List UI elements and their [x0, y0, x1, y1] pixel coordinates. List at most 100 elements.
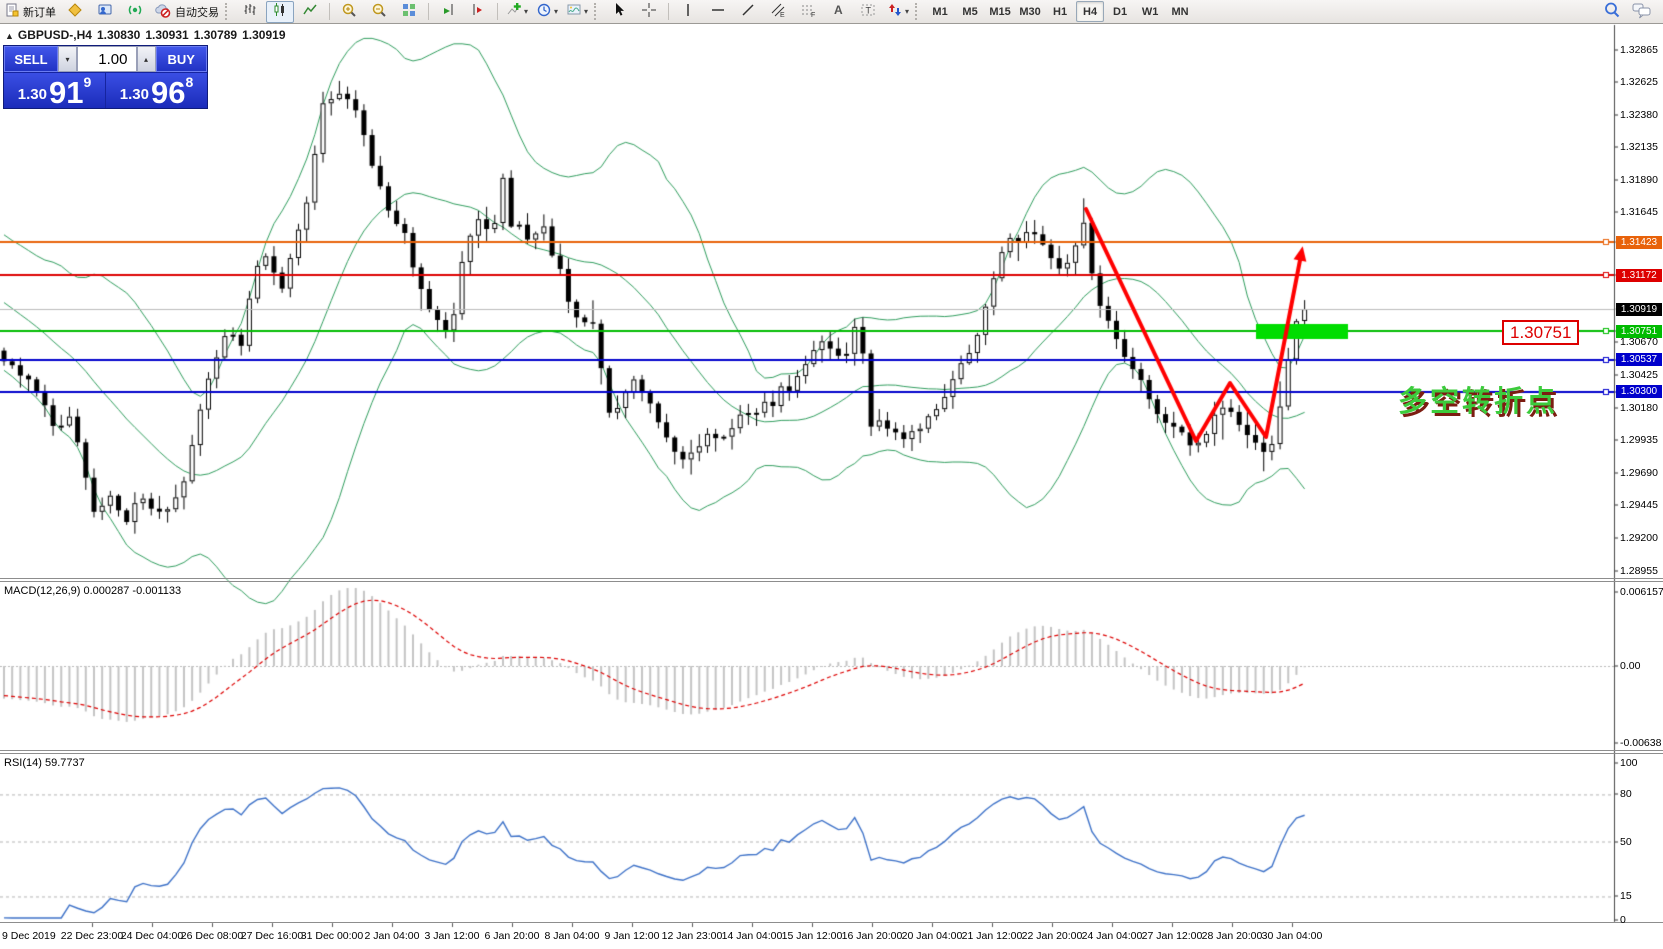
price-axis-label: 1.30751 — [1616, 325, 1662, 338]
time-axis-label: 16 Jan 20:00 — [842, 930, 903, 942]
arrows-button[interactable]: ▾ — [884, 1, 912, 23]
buy-price-point: 8 — [185, 74, 193, 90]
toolbar-separator — [668, 3, 669, 20]
price-axis-tick: 1.32135 — [1620, 141, 1663, 153]
timeframe-button-m30[interactable]: M30 — [1016, 1, 1044, 22]
pane-separator[interactable] — [0, 750, 1663, 751]
chat-button[interactable] — [1628, 1, 1656, 23]
timeframe-button-d1[interactable]: D1 — [1106, 1, 1134, 22]
autotrading-button[interactable]: 自动交易 — [151, 1, 222, 23]
sell-price-prefix: 1.30 — [18, 86, 47, 103]
buy-button[interactable]: BUY — [156, 46, 208, 72]
zoom-in-button[interactable] — [335, 1, 363, 23]
mt4-window: 新订单 自动交易 ▾ ▾ — [0, 0, 1663, 949]
text-a-icon: A — [830, 2, 846, 21]
zoom-in-icon — [341, 2, 357, 21]
rsi-axis-tick: 100 — [1620, 757, 1663, 769]
macd-indicator-label: MACD(12,26,9) 0.000287 -0.001133 — [4, 585, 181, 597]
templates-button[interactable]: ▾ — [563, 1, 591, 23]
toolbar-gripper — [594, 3, 600, 20]
periods-button[interactable]: ▾ — [533, 1, 561, 23]
time-axis-label: 31 Dec 00:00 — [301, 930, 363, 942]
price-axis-tick: 1.32380 — [1620, 109, 1663, 121]
indicators-icon — [506, 2, 522, 21]
terminal-button[interactable] — [91, 1, 119, 23]
time-axis-label: 9 Jan 12:00 — [605, 930, 660, 942]
timeframe-button-h1[interactable]: H1 — [1046, 1, 1074, 22]
cursor-button[interactable] — [605, 1, 633, 23]
trendline-icon — [740, 2, 756, 21]
chart-canvas[interactable] — [0, 0, 1663, 949]
indicators-button[interactable]: ▾ — [503, 1, 531, 23]
pivot-annotation-text: 多空转折点 — [1398, 378, 1558, 420]
chat-icon — [1632, 1, 1652, 22]
template-icon — [566, 2, 582, 21]
price-axis-label: 1.31172 — [1616, 269, 1662, 282]
time-axis-label: 12 Jan 23:00 — [662, 930, 723, 942]
collapse-panel-icon[interactable]: ▲ — [5, 31, 14, 41]
svg-text:A: A — [834, 3, 843, 17]
search-button[interactable] — [1598, 1, 1626, 23]
timeframe-button-w1[interactable]: W1 — [1136, 1, 1164, 22]
rsi-indicator-label: RSI(14) 59.7737 — [4, 757, 85, 769]
auto-scroll-button[interactable] — [434, 1, 462, 23]
timeframe-button-m15[interactable]: M15 — [986, 1, 1014, 22]
toolbar-separator — [428, 3, 429, 20]
line-chart-icon — [302, 2, 318, 21]
sell-price[interactable]: 1.30919 — [4, 73, 105, 108]
trendline-button[interactable] — [734, 1, 762, 23]
buy-price-pips: 96 — [151, 80, 185, 106]
text-button[interactable]: A — [824, 1, 852, 23]
channel-button[interactable]: E — [764, 1, 792, 23]
spinner-down-icon: ▾ — [65, 55, 69, 64]
autotrading-label: 自动交易 — [175, 4, 219, 20]
time-axis-label: 26 Dec 08:00 — [181, 930, 243, 942]
lot-decrease-button[interactable]: ▾ — [58, 46, 77, 72]
time-axis-label: 6 Jan 20:00 — [485, 930, 540, 942]
time-axis-label: 8 Jan 04:00 — [545, 930, 600, 942]
time-axis-label: 22 Jan 20:00 — [1022, 930, 1083, 942]
bar-chart-icon — [242, 2, 258, 21]
new-order-icon — [4, 2, 20, 21]
metaeditor-button[interactable] — [61, 1, 89, 23]
gold-gem-icon — [67, 2, 83, 21]
new-order-button[interactable]: 新订单 — [1, 1, 59, 23]
zoom-out-button[interactable] — [365, 1, 393, 23]
timeframe-button-h4[interactable]: H4 — [1076, 1, 1104, 22]
lot-increase-button[interactable]: ▴ — [137, 46, 156, 72]
price-axis-tick: 1.31890 — [1620, 174, 1663, 186]
toolbar-separator — [497, 3, 498, 20]
candlestick-chart-button[interactable] — [266, 1, 294, 23]
svg-text:E: E — [780, 12, 785, 18]
timeframe-button-m5[interactable]: M5 — [956, 1, 984, 22]
time-axis-label: 20 Jan 04:00 — [902, 930, 963, 942]
price-axis-tick: 1.32625 — [1620, 76, 1663, 88]
crosshair-button[interactable] — [635, 1, 663, 23]
timeframe-button-mn[interactable]: MN — [1166, 1, 1194, 22]
pane-separator[interactable] — [0, 578, 1663, 579]
channel-icon: E — [770, 2, 786, 21]
tile-windows-button[interactable] — [395, 1, 423, 23]
buy-price[interactable]: 1.30968 — [106, 73, 207, 108]
time-axis-label: 22 Dec 23:00 — [61, 930, 123, 942]
pane-separator[interactable] — [0, 581, 1663, 582]
timeframe-button-m1[interactable]: M1 — [926, 1, 954, 22]
time-axis-label: 21 Jan 12:00 — [962, 930, 1023, 942]
tile-windows-icon — [401, 2, 417, 21]
lot-size-input[interactable]: 1.00 — [77, 46, 137, 72]
strategy-tester-button[interactable] — [121, 1, 149, 23]
time-axis-label: 9 Dec 2019 — [2, 930, 56, 942]
price-callout-box[interactable]: 1.30751 — [1502, 320, 1579, 345]
pane-separator[interactable] — [0, 753, 1663, 754]
line-chart-button[interactable] — [296, 1, 324, 23]
price-axis-tick: 1.28955 — [1620, 565, 1663, 577]
price-axis-label: 1.30300 — [1616, 385, 1662, 398]
bar-chart-button[interactable] — [236, 1, 264, 23]
toolbar-gripper — [915, 3, 921, 20]
text-label-button[interactable]: T — [854, 1, 882, 23]
horizontal-line-button[interactable] — [704, 1, 732, 23]
sell-button[interactable]: SELL — [4, 46, 58, 72]
chart-shift-button[interactable] — [464, 1, 492, 23]
vertical-line-button[interactable] — [674, 1, 702, 23]
fibonacci-button[interactable]: F — [794, 1, 822, 23]
